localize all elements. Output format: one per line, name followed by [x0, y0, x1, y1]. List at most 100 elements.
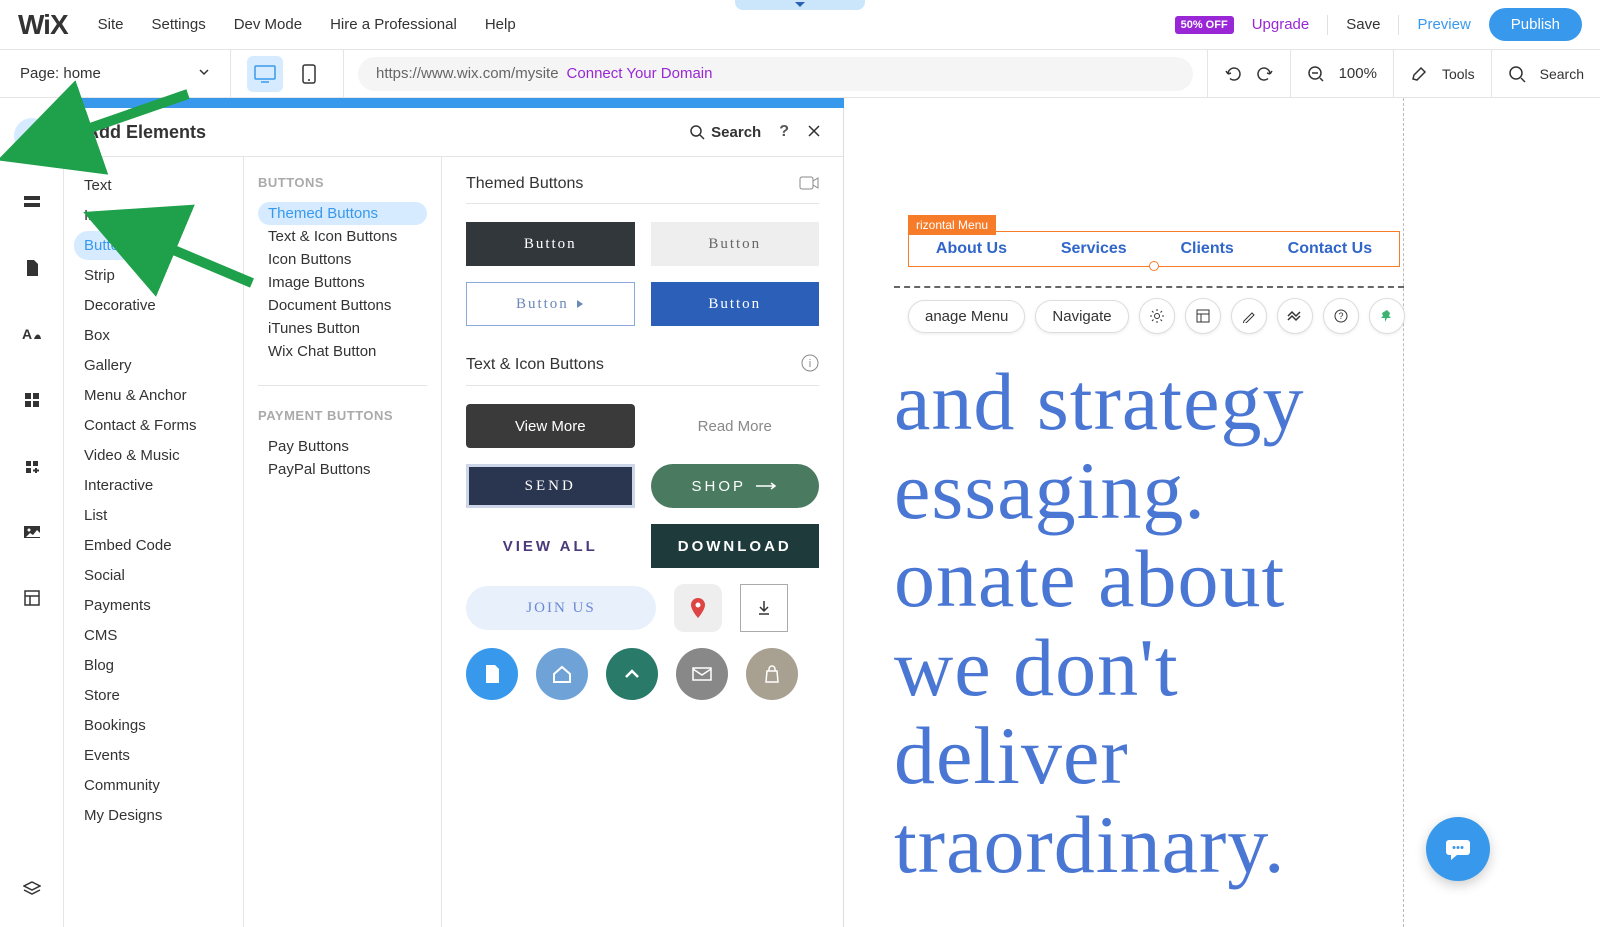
button-join-us[interactable]: JOIN US — [466, 586, 656, 630]
menu-hire[interactable]: Hire a Professional — [330, 16, 457, 33]
zoom-group[interactable]: 100% — [1291, 50, 1393, 98]
upgrade-link[interactable]: Upgrade — [1252, 16, 1310, 33]
category-blog[interactable]: Blog — [74, 651, 124, 680]
category-social[interactable]: Social — [74, 561, 135, 590]
info-icon[interactable]: i — [801, 354, 819, 375]
category-community[interactable]: Community — [74, 771, 170, 800]
preview-button[interactable]: Preview — [1417, 16, 1470, 33]
pin-icon[interactable] — [1369, 298, 1405, 334]
tools-group[interactable]: Tools — [1394, 50, 1491, 98]
category-interactive[interactable]: Interactive — [74, 471, 163, 500]
circle-button-mail[interactable] — [676, 648, 728, 700]
themed-button-light[interactable]: Button — [651, 222, 820, 266]
layers-icon[interactable] — [14, 871, 50, 907]
panel-close-icon[interactable] — [807, 122, 821, 143]
subcat-document-buttons[interactable]: Document Buttons — [258, 294, 427, 317]
mobile-view-button[interactable] — [291, 56, 327, 92]
media-icon[interactable] — [14, 514, 50, 550]
themed-button-dark[interactable]: Button — [466, 222, 635, 266]
pages-icon[interactable] — [14, 250, 50, 286]
category-my-designs[interactable]: My Designs — [74, 801, 172, 830]
category-text[interactable]: Text — [74, 171, 122, 200]
subcat-itunes-button[interactable]: iTunes Button — [258, 317, 427, 340]
subcat-text-icon-buttons[interactable]: Text & Icon Buttons — [258, 225, 427, 248]
apps-icon[interactable] — [14, 382, 50, 418]
category-embed-code[interactable]: Embed Code — [74, 531, 182, 560]
menu-settings[interactable]: Settings — [152, 16, 206, 33]
category-cms[interactable]: CMS — [74, 621, 127, 650]
button-send[interactable]: SEND — [466, 464, 635, 508]
button-shop[interactable]: SHOP — [651, 464, 820, 508]
theme-icon[interactable]: A — [14, 316, 50, 352]
subcat-icon-buttons[interactable]: Icon Buttons — [258, 248, 427, 271]
design-icon[interactable] — [1231, 298, 1267, 334]
top-expand-handle[interactable] — [735, 0, 865, 10]
business-icon[interactable] — [14, 448, 50, 484]
animation-icon[interactable] — [1277, 298, 1313, 334]
panel-search-button[interactable]: Search — [689, 124, 761, 141]
zoom-out-icon[interactable] — [1307, 65, 1325, 83]
button-view-more[interactable]: View More — [466, 404, 635, 448]
category-contact-forms[interactable]: Contact & Forms — [74, 411, 207, 440]
help-icon[interactable]: ? — [1323, 298, 1359, 334]
chat-fab[interactable] — [1426, 817, 1490, 881]
sections-icon[interactable] — [14, 184, 50, 220]
button-location-icon[interactable] — [674, 584, 722, 632]
category-list[interactable]: List — [74, 501, 117, 530]
category-image[interactable]: Image — [74, 201, 136, 230]
circle-button-document[interactable] — [466, 648, 518, 700]
button-read-more[interactable]: Read More — [651, 404, 820, 448]
menu-help[interactable]: Help — [485, 16, 516, 33]
save-button[interactable]: Save — [1346, 16, 1380, 33]
subcat-themed-buttons[interactable]: Themed Buttons — [258, 202, 427, 225]
manage-menu-button[interactable]: anage Menu — [908, 300, 1025, 333]
resize-handle[interactable] — [1149, 261, 1159, 271]
category-box[interactable]: Box — [74, 321, 120, 350]
circle-button-up[interactable] — [606, 648, 658, 700]
circle-button-bag[interactable] — [746, 648, 798, 700]
add-elements-button[interactable] — [14, 118, 50, 154]
url-bar[interactable]: https://www.wix.com/mysite Connect Your … — [358, 57, 1193, 91]
subcat-image-buttons[interactable]: Image Buttons — [258, 271, 427, 294]
button-view-all[interactable]: VIEW ALL — [466, 524, 635, 568]
category-button[interactable]: Button — [74, 231, 137, 260]
search-group[interactable]: Search — [1492, 50, 1600, 98]
nav-about[interactable]: About Us — [936, 240, 1007, 258]
themed-button-outline[interactable]: Button — [466, 282, 635, 326]
subcat-pay-buttons[interactable]: Pay Buttons — [258, 435, 427, 458]
settings-icon[interactable] — [1139, 298, 1175, 334]
connect-domain-link[interactable]: Connect Your Domain — [567, 65, 713, 82]
button-download-icon[interactable] — [740, 584, 788, 632]
category-bookings[interactable]: Bookings — [74, 711, 156, 740]
category-gallery[interactable]: Gallery — [74, 351, 142, 380]
subcat-wix-chat-button[interactable]: Wix Chat Button — [258, 340, 427, 363]
redo-icon[interactable] — [1256, 65, 1274, 83]
hero-text[interactable]: and strategy essaging. onate about we do… — [894, 358, 1370, 889]
menu-devmode[interactable]: Dev Mode — [234, 16, 302, 33]
wix-logo[interactable]: WiX — [18, 9, 68, 41]
subcat-paypal-buttons[interactable]: PayPal Buttons — [258, 458, 427, 481]
category-payments[interactable]: Payments — [74, 591, 161, 620]
nav-clients[interactable]: Clients — [1180, 240, 1233, 258]
nav-contact[interactable]: Contact Us — [1288, 240, 1372, 258]
menu-site[interactable]: Site — [98, 16, 124, 33]
panel-help-icon[interactable]: ? — [779, 123, 789, 141]
horizontal-menu[interactable]: About Us Services Clients Contact Us — [908, 231, 1400, 267]
category-store[interactable]: Store — [74, 681, 130, 710]
nav-services[interactable]: Services — [1061, 240, 1127, 258]
category-strip[interactable]: Strip — [74, 261, 125, 290]
themed-button-blue[interactable]: Button — [651, 282, 820, 326]
category-menu-anchor[interactable]: Menu & Anchor — [74, 381, 197, 410]
navigate-button[interactable]: Navigate — [1035, 300, 1128, 333]
category-events[interactable]: Events — [74, 741, 140, 770]
button-download[interactable]: DOWNLOAD — [651, 524, 820, 568]
cms-icon[interactable] — [14, 580, 50, 616]
category-video-music[interactable]: Video & Music — [74, 441, 190, 470]
page-selector[interactable]: Page: home — [0, 65, 230, 82]
undo-icon[interactable] — [1224, 65, 1242, 83]
desktop-view-button[interactable] — [247, 56, 283, 92]
publish-button[interactable]: Publish — [1489, 8, 1582, 41]
video-preview-icon[interactable] — [799, 176, 819, 193]
circle-button-home[interactable] — [536, 648, 588, 700]
layout-icon[interactable] — [1185, 298, 1221, 334]
